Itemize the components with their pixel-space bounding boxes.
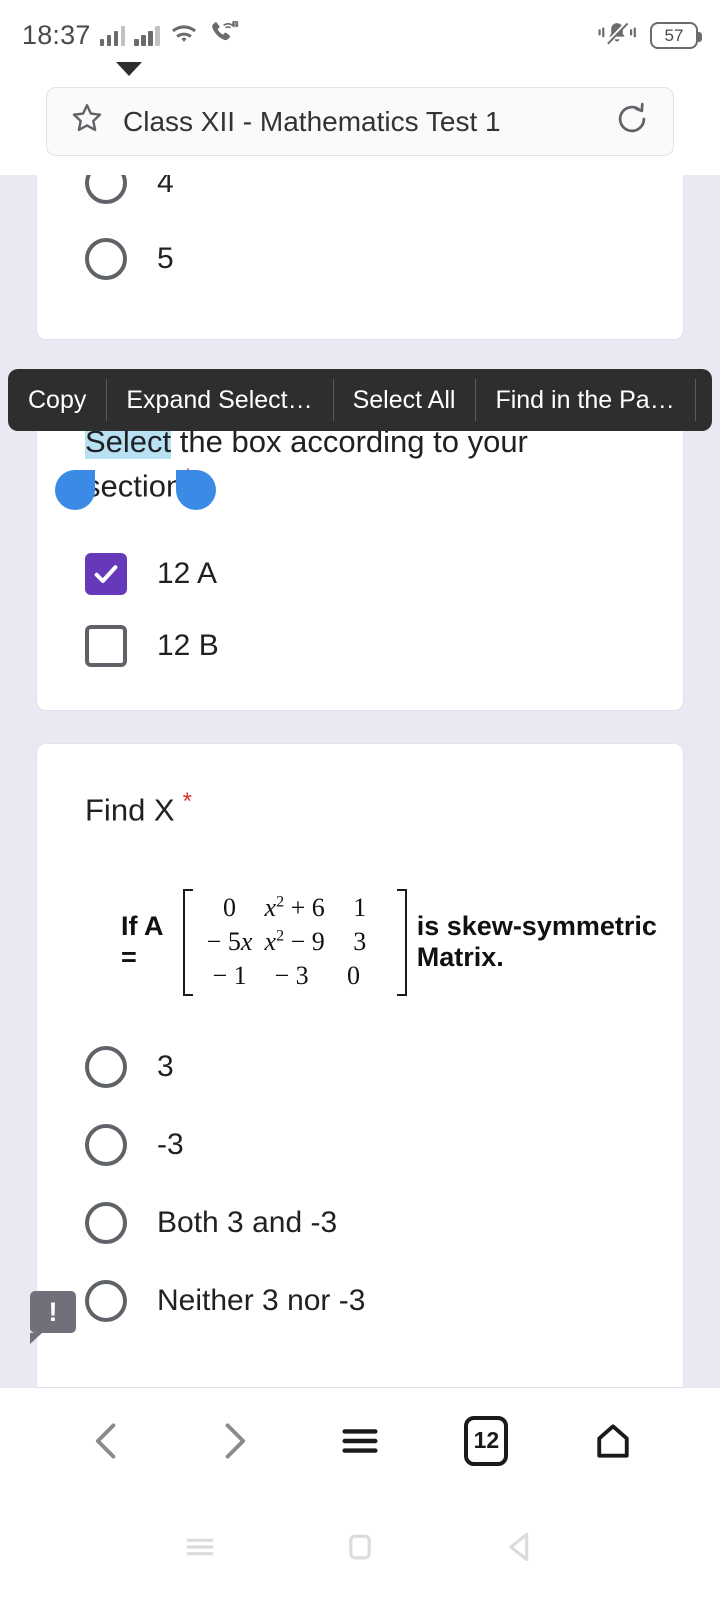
- radio-button[interactable]: [85, 238, 127, 280]
- matrix-equation: If A = 0 x2 + 6 1 − 5x x2 − 9 3 − 1 − 3 …: [37, 888, 683, 996]
- checkbox-label-12a: 12 A: [157, 556, 218, 590]
- form-card-previous-question: 4 5: [36, 175, 684, 340]
- silent-bell-icon: [596, 19, 638, 52]
- radio-option-label: 4: [157, 175, 174, 199]
- checkbox-row-12b[interactable]: 12 B: [37, 624, 683, 667]
- hamburger-menu-icon: [342, 1428, 378, 1453]
- radio-option-label: 3: [157, 1049, 174, 1083]
- android-navigation-bar: [0, 1493, 720, 1600]
- radio-button[interactable]: [85, 1279, 127, 1322]
- radio-option-row-minus3[interactable]: -3: [37, 1123, 683, 1166]
- android-back-button[interactable]: [488, 1515, 552, 1579]
- svg-text:2: 2: [233, 22, 236, 28]
- forward-button[interactable]: [196, 1403, 272, 1479]
- matrix-suffix: is skew-symmetric Matrix.: [416, 911, 657, 973]
- status-time: 18:37: [22, 19, 91, 50]
- radio-button[interactable]: [85, 1201, 127, 1244]
- context-menu-item-copy[interactable]: Copy: [8, 369, 106, 431]
- back-button[interactable]: [69, 1403, 145, 1479]
- matrix-cell: − 3: [274, 961, 309, 991]
- matrix-cell: 1: [353, 892, 367, 922]
- tab-count-label: 12: [464, 1415, 509, 1466]
- radio-button[interactable]: [85, 175, 127, 204]
- chevron-left-icon: [96, 1422, 116, 1459]
- context-menu-caret: [116, 62, 142, 76]
- matrix-cell: − 1: [212, 961, 247, 991]
- browser-title-bar-wrap: Class XII - Mathematics Test 1: [0, 70, 720, 175]
- matrix-right-bracket: [396, 888, 407, 996]
- menu-button[interactable]: [322, 1403, 398, 1479]
- form-card-find-x: Find X * If A = 0 x2 + 6 1 − 5x x2 − 9 3…: [36, 743, 684, 1388]
- status-bar-left: 18:37 2: [22, 20, 240, 51]
- find-x-label: Find X: [85, 792, 175, 828]
- radio-option-label: -3: [157, 1127, 184, 1161]
- reload-icon[interactable]: [613, 100, 651, 143]
- page-title: Class XII - Mathematics Test 1: [123, 105, 501, 137]
- radio-option-label: Neither 3 nor -3: [157, 1283, 366, 1317]
- radio-button[interactable]: [85, 1045, 127, 1088]
- radio-option-row-both[interactable]: Both 3 and -3: [37, 1201, 683, 1244]
- wifi-icon: [169, 21, 199, 50]
- matrix-cell: − 5x: [206, 926, 253, 956]
- home-square-icon: [349, 1534, 371, 1559]
- find-x-question-title: Find X *: [37, 744, 683, 831]
- matrix-cell: 0: [223, 892, 237, 922]
- back-triangle-icon: [509, 1532, 529, 1561]
- wifi-calling-icon: 2: [208, 20, 240, 51]
- signal-bars-sim1-icon: [99, 24, 126, 46]
- matrix-grid: 0 x2 + 6 1 − 5x x2 − 9 3 − 1 − 3 0: [193, 889, 397, 996]
- signal-bars-sim2-icon: [134, 24, 160, 46]
- form-page: 4 5 Select the box according to your sec…: [0, 175, 720, 1388]
- selection-handle-start[interactable]: [55, 470, 95, 510]
- checkbox-unchecked[interactable]: [85, 624, 127, 667]
- matrix-row: − 5x x2 − 9 3: [199, 925, 391, 959]
- phone-screen: 18:37 2 57 Class XII - Mathematics Test …: [0, 0, 720, 1600]
- matrix-row: 0 x2 + 6 1: [199, 891, 391, 925]
- radio-option-row[interactable]: 4: [37, 175, 683, 204]
- form-card-section-question: Select the box according to your section…: [36, 391, 684, 711]
- battery-icon: 57: [650, 21, 702, 49]
- chevron-right-icon: [225, 1422, 245, 1459]
- checkbox-row-12a[interactable]: 12 A: [37, 552, 683, 595]
- matrix-cell: 3: [353, 926, 367, 956]
- android-home-button[interactable]: [328, 1515, 392, 1579]
- status-bar: 18:37 2 57: [0, 0, 720, 70]
- checkbox-label-12b: 12 B: [157, 628, 219, 662]
- status-bar-right: 57: [596, 19, 702, 52]
- recents-icon: [186, 1538, 214, 1555]
- alert-badge[interactable]: !: [30, 1291, 76, 1344]
- radio-option-row[interactable]: 5: [37, 238, 683, 280]
- browser-bottom-toolbar: 12: [0, 1388, 720, 1493]
- context-menu-item-find-in-page[interactable]: Find in the Pa…: [475, 369, 694, 431]
- radio-option-row-neither[interactable]: Neither 3 nor -3: [37, 1279, 683, 1322]
- browser-address-bar[interactable]: Class XII - Mathematics Test 1: [46, 87, 674, 156]
- matrix-cell: 0: [347, 961, 361, 991]
- context-menu-item-select-all[interactable]: Select All: [332, 369, 476, 431]
- home-button[interactable]: [575, 1403, 651, 1479]
- home-icon: [597, 1423, 629, 1458]
- play-arrow-icon: [715, 383, 720, 417]
- matrix-bracketed: 0 x2 + 6 1 − 5x x2 − 9 3 − 1 − 3 0: [182, 888, 407, 996]
- context-menu-more-button[interactable]: [694, 369, 720, 431]
- alert-badge-label: !: [48, 1296, 58, 1327]
- radio-option-label: 5: [157, 242, 174, 275]
- tab-switcher-button[interactable]: 12: [448, 1403, 524, 1479]
- battery-level: 57: [664, 25, 684, 45]
- radio-option-label: Both 3 and -3: [157, 1205, 338, 1239]
- text-selection-context-menu: Copy Expand Select… Select All Find in t…: [8, 369, 712, 431]
- matrix-cell: x2 + 6: [264, 892, 325, 922]
- required-asterisk: *: [182, 788, 192, 815]
- selection-handle-end[interactable]: [176, 470, 216, 510]
- matrix-prefix: If A =: [121, 911, 163, 973]
- matrix-left-bracket: [182, 888, 193, 996]
- checkbox-checked[interactable]: [85, 552, 127, 595]
- star-icon[interactable]: [69, 101, 105, 142]
- context-menu-item-expand-select[interactable]: Expand Select…: [106, 369, 332, 431]
- radio-button[interactable]: [85, 1123, 127, 1166]
- matrix-row: − 1 − 3 0: [199, 959, 391, 993]
- radio-option-row-3[interactable]: 3: [37, 1045, 683, 1088]
- android-recents-button[interactable]: [168, 1515, 232, 1579]
- matrix-cell: x2 − 9: [264, 926, 325, 956]
